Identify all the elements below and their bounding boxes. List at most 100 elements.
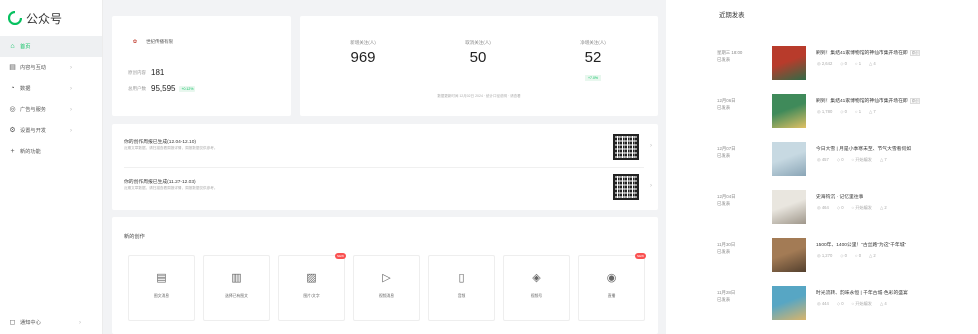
original-badge: 原创 xyxy=(909,98,921,104)
like-icon: △ 4 xyxy=(869,61,876,66)
row-value: 95,595 xyxy=(151,84,176,93)
tile-label: 图片/文字 xyxy=(303,294,320,298)
post-date: 11月28日 已发表 xyxy=(717,289,735,303)
post-date-text: 11月30日 xyxy=(717,242,736,247)
post-thumbnail[interactable] xyxy=(772,286,806,320)
account-header[interactable]: ✿ 世纪传播有限 xyxy=(130,38,173,45)
report-item[interactable]: 你的创作周报已生成(11.27-12.03) 近期文章数据，请扫描查看周报详情，… xyxy=(124,174,652,202)
list-item[interactable]: 12月04日 已发表 史海钩沉 · 记忆里往事 ◎ 464 ◇ 0 ○ 开始编发 △ 2 xyxy=(666,190,978,234)
comment-icon: ◇ 0 xyxy=(836,205,844,210)
comment-icon: ◇ 0 xyxy=(840,253,848,258)
tile-label: 音频 xyxy=(457,294,466,298)
avatar: ✿ xyxy=(132,38,138,45)
report-title: 你的创作周报已生成(12.04-12.10) xyxy=(124,140,196,145)
logo-icon xyxy=(8,11,22,25)
post-title[interactable]: 史海钩沉 · 记忆里往事 xyxy=(816,193,863,200)
post-thumbnail[interactable] xyxy=(772,238,806,272)
list-item[interactable]: 11月30日 已发表 1500年、1400公里！“古丝路”为这“千年城” ◎ 1,27… xyxy=(666,238,978,282)
create-tile[interactable]: ◉ 直播 NEW xyxy=(578,253,646,321)
tile-label: 选择已有图文 xyxy=(225,294,248,298)
create-tile[interactable]: ◈ 视频号 xyxy=(503,255,570,321)
sidebar-item-label: 广告与服务 xyxy=(20,107,46,113)
post-thumbnail[interactable] xyxy=(772,190,806,224)
brand[interactable]: 公众号 xyxy=(0,0,102,36)
create-tile[interactable]: ▤ 图文消息 xyxy=(128,255,195,321)
app-shell: 公众号 ⌂ 首页 ▤ 内容与互动 › ◔ 数据 › ◎ 广告与服务 › ⚙ 设置与开发 › + 新的功能 ◻ … xyxy=(0,0,666,334)
post-thumbnail[interactable] xyxy=(772,142,806,176)
sidebar-item-help[interactable]: ◻ 通知中心 › xyxy=(9,319,94,326)
account-original-count: 原创内容 181 xyxy=(128,68,164,77)
post-status: 已发表 xyxy=(717,153,731,158)
create-tile[interactable]: ▨ 图片/文字 NEW xyxy=(278,253,346,321)
post-title[interactable]: 今日大雪 | 月是小季寒未至、节气大雪看何如 xyxy=(816,145,911,152)
image-icon: ▨ xyxy=(306,272,317,284)
post-stats: ◎ 464 ◇ 0 ○ 开始编发 △ 2 xyxy=(817,205,895,211)
list-item[interactable]: 11月28日 已发表 时光流转、韵味永恒 | 千年古城·色彩的盛宴 ◎ 444 ◇ 0 ○… xyxy=(666,286,978,330)
recent-posts-panel: 近期发表 星期三 18:00 已发表 刷到！集结41家博物馆的神仙市集开场在即 原创 ◎… xyxy=(666,0,978,334)
tile-label: 图文消息 xyxy=(153,294,170,298)
chevron-right-icon: › xyxy=(70,127,72,134)
post-date-text: 12月06日 xyxy=(717,98,736,103)
tile-label: 视频消息 xyxy=(378,294,395,298)
growth-badge: +0.12% xyxy=(179,85,196,92)
post-stats: ◎ 457 ◇ 0 ○ 开始编发 △ 7 xyxy=(817,157,895,163)
stats-card: 新增关注(人) 969 取消关注(人) 50 净增关注(人) 52 +7.0% … xyxy=(300,16,658,116)
stat-new-followers[interactable]: 新增关注(人) 969 xyxy=(323,40,403,66)
stat-net-followers[interactable]: 净增关注(人) 52 +7.0% xyxy=(553,40,633,84)
post-date: 12月04日 已发表 xyxy=(717,193,736,207)
comment-icon: ◇ 0 xyxy=(836,157,844,162)
post-title[interactable]: 1500年、1400公里！“古丝路”为这“千年城” xyxy=(816,241,906,248)
post-thumbnail[interactable] xyxy=(772,46,806,80)
sidebar-item-4[interactable]: ⚙ 设置与开发 › xyxy=(0,120,102,141)
post-title[interactable]: 时光流转、韵味永恒 | 千年古城·色彩的盛宴 xyxy=(816,289,908,296)
view-icon: ◎ 1,270 xyxy=(817,253,833,258)
post-thumbnail[interactable] xyxy=(772,94,806,128)
sidebar-item-label: 新的功能 xyxy=(20,149,41,155)
stat-value: 50 xyxy=(469,49,487,66)
library-icon: ▥ xyxy=(231,272,242,284)
create-tile[interactable]: ▥ 选择已有图文 xyxy=(203,255,270,321)
create-tile[interactable]: ▯ 音频 xyxy=(428,255,495,321)
channels-icon: ◈ xyxy=(532,272,541,284)
comment-icon: ◇ 0 xyxy=(840,61,848,66)
row-label: 总用户数 xyxy=(128,85,146,91)
sidebar-item-5[interactable]: + 新的功能 xyxy=(0,141,102,162)
report-subtitle: 近期文章数据，请扫描查看周报详情，周报数据仅供参考。 xyxy=(124,146,218,150)
sidebar-item-0[interactable]: ⌂ 首页 xyxy=(0,36,102,57)
ad-icon: ◎ xyxy=(9,106,16,113)
report-item[interactable]: 你的创作周报已生成(12.04-12.10) 近期文章数据，请扫描查看周报详情，… xyxy=(124,134,652,162)
list-item[interactable]: 12月07日 已发表 今日大雪 | 月是小季寒未至、节气大雪看何如 ◎ 457 ◇ 0 ○… xyxy=(666,142,978,186)
list-item[interactable]: 12月06日 已发表 刷到！集结41家博物馆的神仙市集开场在即 原创 ◎ 1,780 ◇ … xyxy=(666,94,978,138)
share-icon: ○ 1 xyxy=(855,109,862,114)
post-stats: ◎ 2,642 ◇ 0 ○ 1 △ 4 xyxy=(817,61,884,66)
original-badge: 原创 xyxy=(909,50,921,56)
post-title[interactable]: 刷到！集结41家博物馆的神仙市集开场在即 原创 xyxy=(816,97,921,104)
section-title: 新的创作 xyxy=(124,234,145,240)
post-status: 已发表 xyxy=(717,105,731,110)
account-card: ✿ 世纪传播有限 原创内容 181 总用户数 95,595 +0.12% xyxy=(112,16,291,116)
live-icon: ◉ xyxy=(606,272,617,284)
stat-unfollows[interactable]: 取消关注(人) 50 xyxy=(438,40,518,66)
post-date-text: 11月28日 xyxy=(717,290,736,295)
create-tiles: ▤ 图文消息 ▥ 选择已有图文 ▨ 图片/文字 NEW ▷ 视频消息 ▯ 音频 ◈ 视频号 ◉ 直播 NEW xyxy=(128,253,653,321)
post-date-text: 12月04日 xyxy=(717,194,736,199)
tile-label: 直播 xyxy=(607,294,616,298)
sidebar-item-2[interactable]: ◔ 数据 › xyxy=(0,78,102,99)
sidebar-item-3[interactable]: ◎ 广告与服务 › xyxy=(0,99,102,120)
brand-name: 公众号 xyxy=(26,11,63,26)
stats-note: 数据更新时间 12月02日 2024 · 统计口径说明 · 请查看 xyxy=(437,94,521,98)
post-date: 11月30日 已发表 xyxy=(717,241,735,255)
sidebar-item-1[interactable]: ▤ 内容与互动 › xyxy=(0,57,102,78)
post-date-text: 星期三 18:00 xyxy=(717,50,743,55)
post-title[interactable]: 刷到！集结41家博物馆的神仙市集开场在即 原创 xyxy=(816,49,921,56)
share-icon: ○ 0 xyxy=(855,253,862,258)
qr-code xyxy=(613,134,639,160)
create-tile[interactable]: ▷ 视频消息 xyxy=(353,255,420,321)
list-item[interactable]: 星期三 18:00 已发表 刷到！集结41家博物馆的神仙市集开场在即 原创 ◎ 2,64… xyxy=(666,46,978,90)
chart-icon: ◔ xyxy=(10,85,15,92)
weekly-reports-card: 你的创作周报已生成(12.04-12.10) 近期文章数据，请扫描查看周报详情，… xyxy=(112,124,658,210)
like-icon: △ 7 xyxy=(869,109,876,114)
sidebar-item-label: 内容与互动 xyxy=(20,65,46,71)
stat-label: 净增关注(人) xyxy=(580,40,606,45)
chevron-right-icon: › xyxy=(650,143,652,149)
